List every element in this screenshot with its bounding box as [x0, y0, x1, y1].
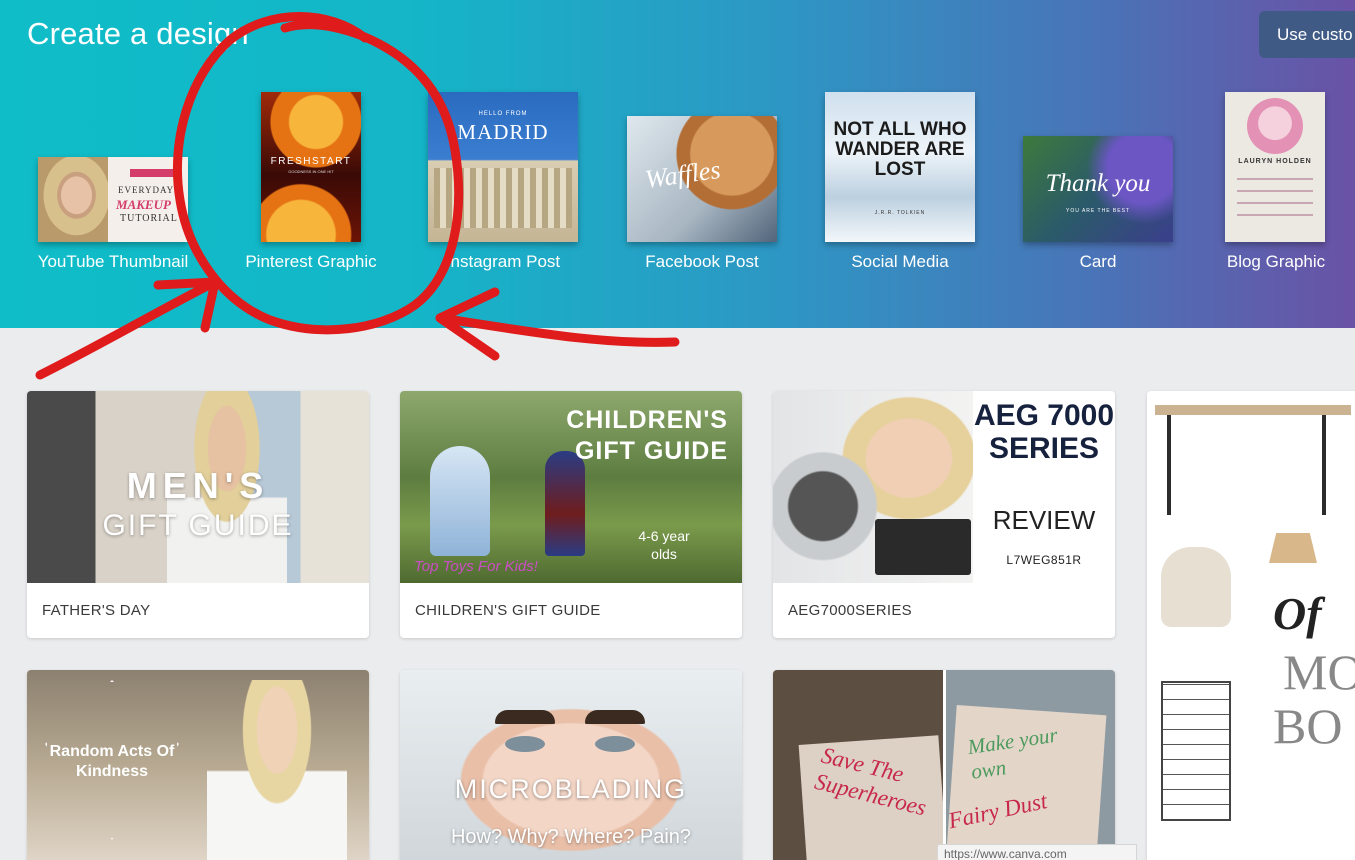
design-overlay-text: BO: [1273, 698, 1343, 754]
design-overlay-text: Of: [1273, 588, 1322, 639]
thumb-text: EVERYDAY: [118, 185, 175, 195]
divider: [1237, 202, 1313, 204]
desk-leg: [1167, 415, 1171, 515]
design-overlay-text: REVIEW: [992, 505, 1096, 535]
eyebrow-shape: [585, 710, 645, 724]
design-type-label: YouTube Thumbnail: [37, 252, 189, 271]
design-type-label: Social Media: [851, 252, 949, 271]
design-type-label: Card: [1079, 252, 1117, 271]
thumb-text: TUTORIAL: [120, 213, 178, 224]
design-overlay-text: L7WEG851R: [1006, 553, 1082, 567]
design-overlay-text: GIFT GUIDE: [102, 509, 294, 542]
divider: [1237, 178, 1313, 180]
eyebrow-shape: [495, 710, 555, 724]
thumb-text: J.R.R. TOLKIEN: [874, 210, 926, 216]
divider: [943, 670, 946, 860]
design-card-random-acts-of-kindness[interactable]: Random Acts Of Kindness: [27, 670, 369, 860]
thumb-text: YOU ARE THE BEST: [1066, 208, 1130, 214]
thumb-text: GOODNESS IN ONE HIT: [288, 169, 334, 174]
thumb-text: MADRID: [457, 120, 549, 144]
design-type-label: Facebook Post: [645, 252, 759, 271]
design-overlay-text: MO: [1283, 644, 1355, 700]
design-card-fathers-day[interactable]: MEN'S GIFT GUIDE FATHER'S DAY: [27, 391, 369, 638]
design-preview-image: Random Acts Of Kindness: [27, 670, 369, 860]
design-preview-image: AEG 7000 SERIES REVIEW L7WEG851R: [773, 391, 1115, 583]
pinterest-graphic-preview: FRESHSTART GOODNESS IN ONE HIT: [261, 92, 361, 242]
blog-graphic-preview: LAURYN HOLDEN: [1225, 92, 1325, 242]
design-card-childrens-gift-guide[interactable]: CHILDREN'S GIFT GUIDE 4-6 year olds Top …: [400, 391, 742, 638]
avatar: [1247, 98, 1303, 154]
rack-image: [1161, 681, 1231, 821]
tag-bar: [130, 169, 174, 177]
thumb-text: Thank you: [1045, 170, 1151, 197]
status-url-tooltip: https://www.canva.com: [937, 844, 1137, 860]
design-preview-image: MEN'S GIFT GUIDE: [27, 391, 369, 583]
lamp-image: [1269, 533, 1317, 563]
card-preview: Thank you YOU ARE THE BEST: [1023, 136, 1173, 242]
design-caption: AEG7000SERIES: [788, 602, 912, 619]
design-caption: CHILDREN'S GIFT GUIDE: [415, 602, 601, 619]
control-panel: [875, 519, 971, 575]
portrait-image: [207, 680, 347, 860]
create-design-header: Create a design Use custo EVERYDAY MAKEU…: [0, 0, 1355, 328]
thumb-text: HELLO FROM: [478, 111, 528, 117]
thumb-text: LAURYN HOLDEN: [1238, 158, 1312, 165]
eye-shape: [505, 736, 545, 752]
social-media-preview: NOT ALL WHO WANDER ARE LOST J.R.R. TOLKI…: [825, 92, 975, 242]
design-card-save-the-superheroes[interactable]: Save The Superheroes Make your own Fairy…: [773, 670, 1115, 860]
design-caption: FATHER'S DAY: [42, 602, 151, 619]
chair-image: [1161, 547, 1231, 627]
design-overlay-text: 4-6 year olds: [638, 528, 690, 562]
design-type-label: Pinterest Graphic: [245, 252, 377, 271]
design-overlay-text: AEG 7000 SERIES: [973, 399, 1115, 465]
design-overlay-text: How? Why? Where? Pain?: [450, 826, 692, 848]
facebook-post-preview: Waffles: [627, 116, 777, 242]
design-overlay-text: MEN'S: [126, 465, 270, 506]
use-custom-dimensions-button[interactable]: Use custo: [1259, 11, 1355, 58]
design-card-microblading[interactable]: MICROBLADING How? Why? Where? Pain?: [400, 670, 742, 860]
design-overlay-text: Random Acts Of Kindness: [49, 743, 175, 780]
portrait-image: [38, 157, 108, 242]
youtube-thumbnail-preview: EVERYDAY MAKEUP TUTORIAL: [38, 157, 188, 242]
design-preview-image: Save The Superheroes Make your own Fairy…: [773, 670, 1115, 860]
instagram-post-preview: HELLO FROM MADRID: [428, 92, 578, 242]
design-type-label: Instagram Post: [445, 252, 561, 271]
thumb-text: Waffles: [643, 154, 723, 195]
child-figure: [430, 446, 490, 556]
divider: [1237, 214, 1313, 216]
design-overlay-text: Top Toys For Kids!: [414, 558, 538, 575]
design-card-aeg7000series[interactable]: AEG 7000 SERIES REVIEW L7WEG851R AEG7000…: [773, 391, 1115, 638]
design-preview-image: MICROBLADING How? Why? Where? Pain?: [400, 670, 742, 860]
thumb-text: NOT ALL WHO WANDER ARE LOST: [833, 119, 967, 180]
thumb-text: MAKEUP: [116, 197, 171, 212]
eye-shape: [595, 736, 635, 752]
page-title: Create a design: [27, 16, 249, 51]
design-type-label: Blog Graphic: [1226, 252, 1326, 271]
design-preview-image: CHILDREN'S GIFT GUIDE 4-6 year olds Top …: [400, 391, 742, 583]
design-card-mood-board[interactable]: Of MO BO: [1147, 391, 1355, 860]
thumb-text: FRESHSTART: [270, 156, 352, 167]
design-overlay-text: MICROBLADING: [454, 774, 688, 804]
design-overlay-text: CHILDREN'S GIFT GUIDE: [566, 406, 728, 465]
divider: [1237, 190, 1313, 192]
desk-leg: [1322, 415, 1326, 515]
palace-image: [434, 168, 572, 228]
